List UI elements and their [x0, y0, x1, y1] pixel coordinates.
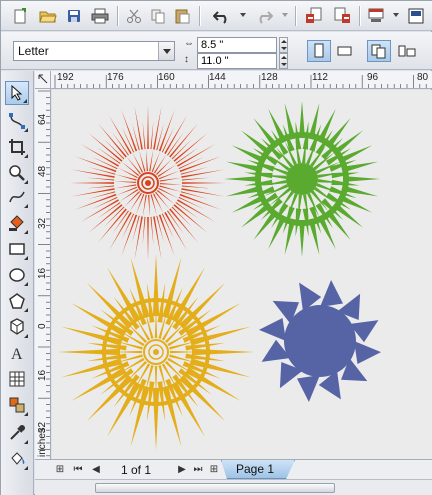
- red-starburst[interactable]: [70, 105, 226, 261]
- width-spinner[interactable]: [279, 37, 288, 53]
- ruler-label: 176: [107, 72, 124, 83]
- ruler-label: 160: [158, 72, 175, 83]
- height-icon: ↕: [184, 54, 189, 65]
- add-page-before-icon[interactable]: ⊞: [53, 463, 67, 477]
- export-icon[interactable]: [331, 5, 353, 27]
- shape-tool-icon[interactable]: [5, 109, 29, 133]
- page-width-field[interactable]: 8.5 ": [197, 37, 277, 53]
- undo-icon[interactable]: [211, 5, 233, 27]
- redo-dropdown[interactable]: [282, 13, 288, 17]
- fill-tool-icon[interactable]: [5, 447, 29, 471]
- chevron-down-icon[interactable]: [158, 42, 174, 60]
- previous-page-icon[interactable]: ◀: [89, 463, 103, 477]
- page-height-field[interactable]: 11.0 ": [197, 53, 277, 69]
- ruler-label: 16: [37, 267, 48, 279]
- copy-icon[interactable]: [147, 5, 169, 27]
- pick-tool-icon[interactable]: [5, 81, 29, 105]
- zoom-tool-icon[interactable]: [5, 161, 29, 185]
- width-icon: ⇔: [184, 38, 194, 49]
- last-page-icon[interactable]: ⏭: [191, 463, 205, 477]
- current-page-button[interactable]: [395, 40, 419, 62]
- next-page-icon[interactable]: ▶: [175, 463, 189, 477]
- ruler-label: 144: [209, 72, 226, 83]
- print-icon[interactable]: [89, 5, 111, 27]
- polygon-tool-icon[interactable]: [5, 289, 29, 313]
- ruler-label: 112: [312, 72, 328, 83]
- ruler-label: 192: [57, 72, 74, 83]
- horizontal-scrollbar[interactable]: [35, 479, 432, 495]
- all-pages-button[interactable]: [367, 40, 391, 62]
- toolbox: A: [1, 71, 34, 495]
- ruler-label: 96: [367, 72, 379, 83]
- publish-pdf-icon[interactable]: [365, 5, 387, 27]
- save-icon[interactable]: [63, 5, 85, 27]
- new-icon[interactable]: [9, 5, 31, 27]
- ruler-label: 48: [37, 165, 48, 177]
- basic-shapes-tool-icon[interactable]: [5, 315, 29, 339]
- redo-icon[interactable]: [253, 5, 275, 27]
- vertical-ruler[interactable]: 64 48 32 16 0 16 32 inches: [35, 89, 51, 459]
- ruler-label: 80: [417, 72, 429, 83]
- landscape-button[interactable]: [333, 40, 357, 62]
- height-spinner[interactable]: [279, 53, 288, 69]
- portrait-button[interactable]: [307, 40, 331, 62]
- page-size-value: Letter: [18, 44, 49, 58]
- blue-starburst[interactable]: [259, 280, 381, 402]
- coreldraw-window: Letter ⇔ 8.5 " ↕ 11.0 " A 192 176 160 14…: [0, 0, 432, 495]
- tab-page-1[interactable]: Page 1: [221, 460, 295, 479]
- svg-text:A: A: [11, 346, 23, 362]
- first-page-icon[interactable]: ⏮: [71, 463, 85, 477]
- standard-toolbar: [1, 1, 432, 31]
- page-size-dropdown[interactable]: Letter: [13, 41, 175, 61]
- ellipse-tool-icon[interactable]: [5, 263, 29, 287]
- crop-tool-icon[interactable]: [5, 135, 29, 159]
- eyedropper-tool-icon[interactable]: [5, 421, 29, 445]
- import-icon[interactable]: [303, 5, 325, 27]
- smart-fill-tool-icon[interactable]: [5, 211, 29, 235]
- property-bar: Letter ⇔ 8.5 " ↕ 11.0 ": [1, 32, 432, 70]
- rectangle-tool-icon[interactable]: [5, 237, 29, 261]
- table-tool-icon[interactable]: [5, 367, 29, 391]
- drawing-canvas[interactable]: [52, 90, 432, 459]
- ruler-label: 32: [37, 217, 48, 229]
- interactive-tool-icon[interactable]: [5, 393, 29, 417]
- add-page-after-icon[interactable]: ⊞: [207, 463, 221, 477]
- ruler-origin[interactable]: [35, 71, 51, 89]
- paste-icon[interactable]: [171, 5, 193, 27]
- green-starburst[interactable]: [224, 101, 380, 257]
- cut-icon[interactable]: [123, 5, 145, 27]
- ruler-label: 64: [37, 113, 48, 125]
- yellow-starburst[interactable]: [58, 254, 254, 450]
- ruler-label: 0: [37, 323, 48, 329]
- horizontal-ruler[interactable]: 192 176 160 144 128 112 96 80: [51, 71, 432, 89]
- zoom-level-icon[interactable]: [405, 5, 427, 27]
- publish-dropdown[interactable]: [393, 13, 399, 17]
- undo-dropdown[interactable]: [240, 13, 246, 17]
- ruler-label: 16: [37, 369, 48, 381]
- ruler-label: 128: [261, 72, 278, 83]
- page-counter: 1 of 1: [121, 463, 152, 477]
- freehand-tool-icon[interactable]: [5, 185, 29, 209]
- open-icon[interactable]: [37, 5, 59, 27]
- text-tool-icon[interactable]: A: [5, 341, 29, 365]
- scrollbar-thumb[interactable]: [95, 483, 335, 493]
- ruler-units: inches: [37, 428, 48, 457]
- document-navigator: ⊞ ⏮ ◀ 1 of 1 ▶ ⏭ ⊞ Page 1: [35, 459, 432, 479]
